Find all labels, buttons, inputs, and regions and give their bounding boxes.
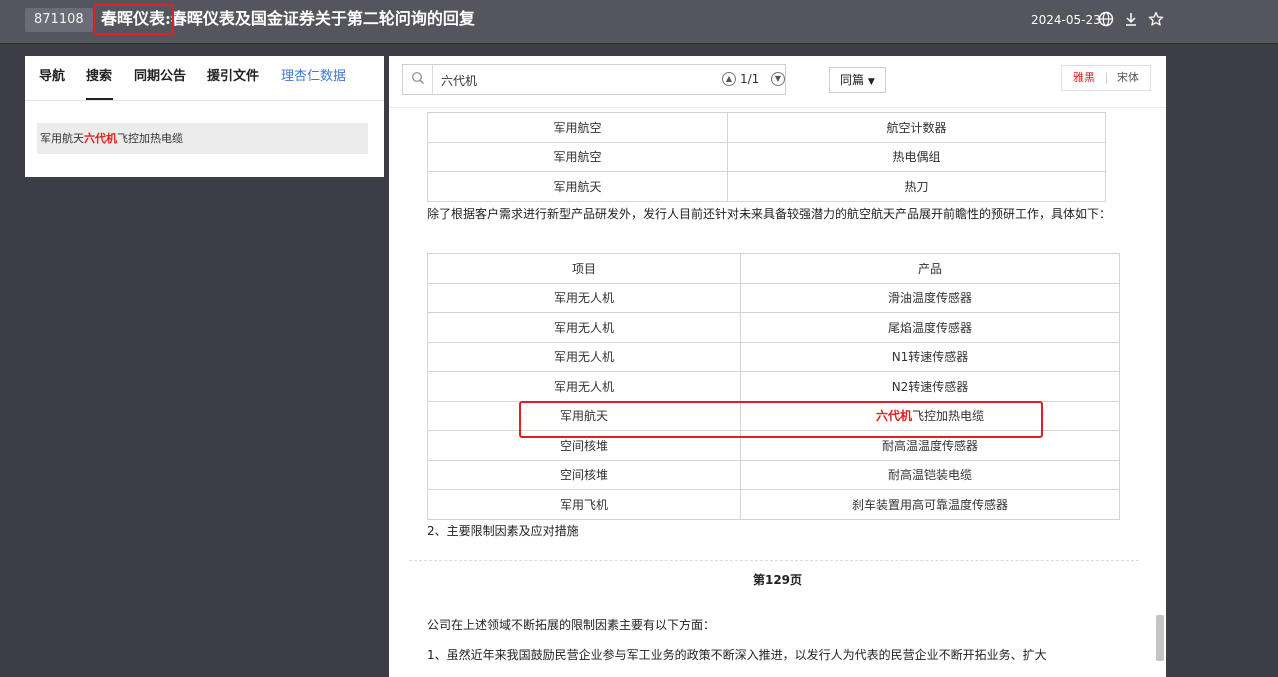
paragraph: 1、虽然近年来我国鼓励民营企业参与军工业务的政策不断深入推进，以发行人为代表的民…: [427, 648, 1047, 662]
page-number: 第129页: [752, 573, 803, 587]
result-suffix: 飞控加热电缆: [117, 132, 183, 145]
tab-lixinger-data[interactable]: 理杏仁数据: [281, 68, 346, 86]
column-header: 项目: [427, 253, 741, 284]
search-box: ▲ 1/1 ▼: [402, 64, 786, 95]
table-cell: 尾焰温度传感器: [740, 312, 1120, 343]
tab-cited-files[interactable]: 援引文件: [207, 68, 259, 86]
scrollbar-thumb[interactable]: [1156, 615, 1164, 661]
table-cell: 军用无人机: [427, 312, 741, 343]
table-row: 军用飞机 刹车装置用高可靠温度传感器: [427, 489, 1120, 520]
table-row: 空间核堆 耐高温铠装电缆: [427, 459, 1120, 490]
table-row: 军用无人机 N2转速传感器: [427, 371, 1120, 402]
top-bar: 871108 春晖仪表:春晖仪表及国金证券关于第二轮问询的回复 2024-05-…: [0, 0, 1278, 44]
star-icon[interactable]: [1146, 9, 1166, 29]
search-result-item[interactable]: 军用航天六代机飞控加热电缆: [37, 123, 368, 154]
table-row: 军用航空 航空计数器: [427, 112, 1106, 143]
table-cell: 空间核堆: [427, 459, 741, 490]
table-cell: 航空计数器: [727, 112, 1106, 143]
side-panel-tabs: 导航 搜索 同期公告 援引文件 理杏仁数据: [25, 56, 384, 101]
table-cell: 耐高温铠装电缆: [740, 459, 1120, 490]
search-icon: [411, 70, 427, 88]
document-toolbar: ▲ 1/1 ▼ 同篇 ▼ 雅黑 宋体: [389, 56, 1166, 108]
active-tab-indicator: [86, 98, 113, 100]
paragraph: 除了根据客户需求进行新型产品研发外，发行人目前还针对未来具备较强潜力的航空航天产…: [427, 207, 1112, 221]
caret-down-icon: ▼: [867, 77, 875, 87]
table-cell: 军用航天: [427, 171, 728, 202]
document-viewer: ▲ 1/1 ▼ 同篇 ▼ 雅黑 宋体 军用航空航空计数器 军用航空热电偶组 军用…: [389, 56, 1166, 677]
research-products-table: 项目 产品 军用无人机 滑油温度传感器 军用无人机 尾焰温度传感器 军用无人机 N1转速…: [427, 253, 1120, 520]
globe-icon[interactable]: [1096, 9, 1116, 29]
scope-selected-option: 同篇: [840, 73, 865, 87]
side-panel: 导航 搜索 同期公告 援引文件 理杏仁数据 军用航天六代机飞控加热电缆: [25, 56, 384, 177]
table-cell: N1转速传感器: [740, 341, 1120, 372]
table-cell: 刹车装置用高可靠温度传感器: [740, 489, 1120, 520]
table-cell: 军用飞机: [427, 489, 741, 520]
title-annotation-box: [94, 4, 174, 35]
stock-code-badge: 871108: [25, 8, 93, 32]
table-row: 军用航天 热刀: [427, 171, 1106, 202]
table-row: 军用无人机 滑油温度传感器: [427, 282, 1120, 313]
tab-concurrent-announcements[interactable]: 同期公告: [134, 68, 186, 86]
document-date: 2024-05-23: [1031, 13, 1101, 27]
product-table-continued: 军用航空 航空计数器 军用航空 热电偶组 军用航天 热刀: [427, 112, 1106, 202]
table-header-row: 项目 产品: [427, 253, 1120, 284]
table-row: 军用无人机 N1转速传感器: [427, 341, 1120, 372]
download-icon[interactable]: [1121, 9, 1141, 29]
chevron-down-icon[interactable]: ▼: [771, 72, 785, 86]
table-row: 军用航空 热电偶组: [427, 141, 1106, 172]
chevron-up-icon[interactable]: ▲: [722, 72, 736, 86]
match-count: 1/1: [740, 72, 760, 86]
tab-navigation[interactable]: 导航: [39, 68, 65, 86]
table-cell: 军用航空: [427, 141, 728, 172]
search-input[interactable]: [441, 71, 691, 89]
search-divider: [432, 65, 433, 94]
font-option-yahei[interactable]: 雅黑: [1073, 66, 1095, 90]
table-cell: 热电偶组: [727, 141, 1106, 172]
scope-select[interactable]: 同篇 ▼: [829, 67, 886, 93]
font-option-divider: [1106, 73, 1107, 84]
font-switch: 雅黑 宋体: [1061, 65, 1151, 91]
page-divider: [409, 560, 1139, 561]
result-prefix: 军用航天: [40, 132, 84, 145]
result-keyword: 六代机: [84, 132, 117, 145]
paragraph: 公司在上述领域不断拓展的限制因素主要有以下方面：: [427, 618, 716, 632]
table-cell: 军用无人机: [427, 371, 741, 402]
table-cell: 滑油温度传感器: [740, 282, 1120, 313]
table-row: 军用无人机 尾焰温度传感器: [427, 312, 1120, 343]
match-annotation-box: [519, 401, 1043, 438]
table-cell: 热刀: [727, 171, 1106, 202]
column-header: 产品: [740, 253, 1120, 284]
font-option-songti[interactable]: 宋体: [1117, 66, 1139, 90]
tab-search[interactable]: 搜索: [86, 68, 112, 86]
table-cell: 军用航空: [427, 112, 728, 143]
table-cell: N2转速传感器: [740, 371, 1120, 402]
table-cell: 军用无人机: [427, 282, 741, 313]
section-heading: 2、主要限制因素及应对措施: [427, 524, 579, 538]
table-cell: 军用无人机: [427, 341, 741, 372]
